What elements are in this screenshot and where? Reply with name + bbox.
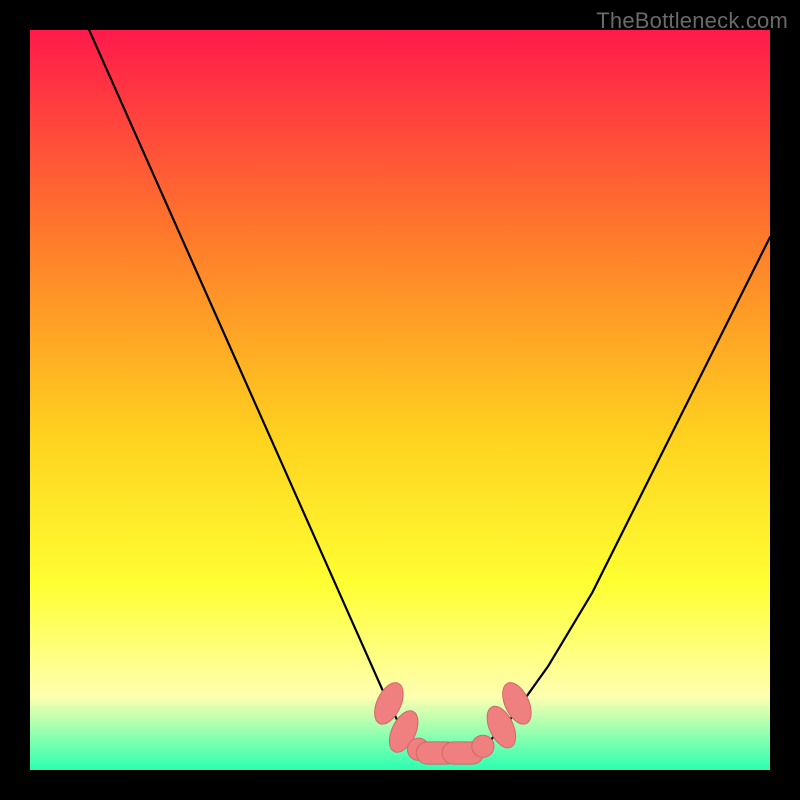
- watermark-text: TheBottleneck.com: [596, 8, 788, 34]
- gradient-background: [30, 30, 770, 770]
- chart-frame: TheBottleneck.com: [0, 0, 800, 800]
- curve-marker: [472, 735, 494, 757]
- plot-area: [30, 30, 770, 770]
- chart-svg: [30, 30, 770, 770]
